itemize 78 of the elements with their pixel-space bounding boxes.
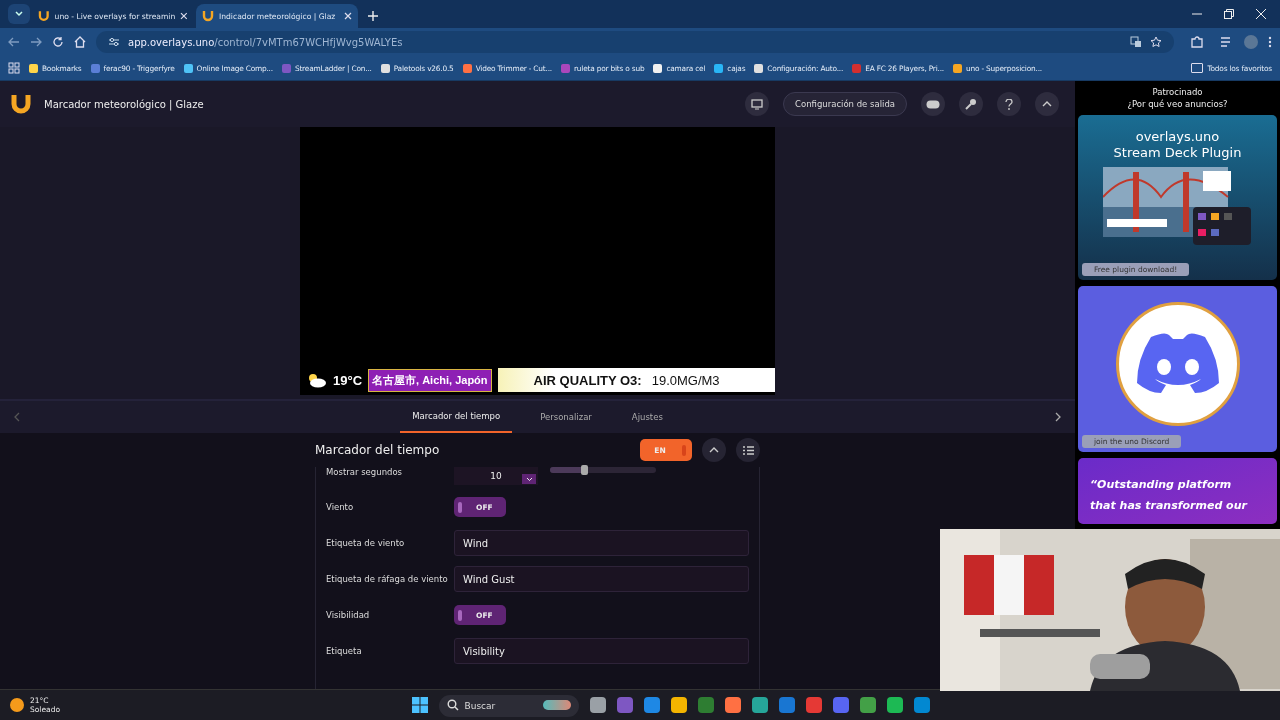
taskbar-app-icon[interactable] <box>751 697 768 713</box>
quote-text: “Outstanding platform <box>1090 477 1232 493</box>
taskbar-app-icon[interactable] <box>886 697 903 713</box>
close-icon[interactable] <box>1256 9 1266 19</box>
monitor-button[interactable] <box>745 92 769 116</box>
monitor-icon <box>751 98 763 110</box>
app-title: Marcador meteorológico | Glaze <box>44 98 204 110</box>
text-field[interactable]: Wind Gust <box>454 566 749 592</box>
number-field[interactable]: 10 <box>454 467 538 485</box>
metric-value: 19.0MG/M3 <box>651 372 720 388</box>
taskbar-app-icon[interactable] <box>670 697 687 713</box>
ad-title: overlays.uno <box>1135 129 1220 145</box>
taskbar-search-field[interactable]: Buscar <box>438 695 579 717</box>
section-title: Marcador del tiempo <box>315 443 440 457</box>
forward-arrow-icon[interactable] <box>30 37 42 47</box>
windows-start-icon[interactable] <box>411 697 428 713</box>
ad-card[interactable]: “Outstanding platform that has transformed our <box>1078 458 1277 524</box>
taskbar-app-icon[interactable] <box>643 697 660 713</box>
taskbar-app-icon[interactable] <box>589 697 606 713</box>
panel-tab[interactable]: Ajustes <box>619 401 675 433</box>
field-label: Etiqueta de viento <box>326 538 406 548</box>
reload-icon[interactable] <box>52 36 64 48</box>
address-bar[interactable]: app.overlays.uno/control/7vMTm67WCHfjWvg5WALYEs <box>96 31 1174 53</box>
slider-thumb[interactable] <box>580 465 588 475</box>
taskbar-app-icon[interactable] <box>913 697 930 713</box>
sun-icon <box>10 698 24 712</box>
field-label: Visibilidad <box>326 610 371 620</box>
location-label: 名古屋市, Aichi, Japón <box>368 368 492 392</box>
chevron-down-icon <box>14 9 24 19</box>
tab-search-button[interactable] <box>8 4 30 24</box>
apps-grid-icon[interactable] <box>8 62 20 74</box>
output-settings-button[interactable]: Configuración de salida <box>783 92 907 116</box>
field-label: Mostrar segundos <box>326 467 404 477</box>
close-icon[interactable] <box>180 12 188 20</box>
field-label: Etiqueta <box>326 646 363 656</box>
quote-text: that has transformed our <box>1090 498 1247 514</box>
collapse-button[interactable] <box>1035 92 1059 116</box>
key-button[interactable] <box>959 92 983 116</box>
search-icon <box>446 699 459 711</box>
panel-tab[interactable]: Personalizar <box>528 401 604 433</box>
help-button[interactable] <box>997 92 1021 116</box>
gradient-pill-icon[interactable] <box>542 700 571 710</box>
chevron-right-icon[interactable] <box>1055 412 1061 422</box>
temperature-text: 19°C <box>333 372 363 388</box>
text-field[interactable]: Wind <box>454 530 749 556</box>
metric-label: AIR QUALITY O3: <box>533 372 642 388</box>
chevron-up-icon <box>1042 101 1052 107</box>
taskbar-app-icon[interactable] <box>805 697 822 713</box>
home-icon[interactable] <box>74 36 86 48</box>
site-settings-icon[interactable] <box>108 37 120 47</box>
chevron-up-icon <box>709 447 719 453</box>
list-button[interactable] <box>736 438 760 462</box>
back-arrow-icon[interactable] <box>8 37 20 47</box>
translate-icon[interactable] <box>1130 36 1142 48</box>
star-icon[interactable] <box>1150 36 1162 48</box>
collapse-button[interactable] <box>702 438 726 462</box>
menu-icon[interactable] <box>1268 36 1272 48</box>
text-field[interactable]: Visibility <box>454 638 749 664</box>
why-ads-link[interactable]: ¿Por qué veo anuncios? <box>1127 99 1228 109</box>
extensions-icon[interactable] <box>1190 35 1204 49</box>
taskbar-app-icon[interactable] <box>859 697 876 713</box>
list-icon <box>742 445 754 455</box>
u-logo-icon <box>10 93 32 115</box>
gamepad-button[interactable] <box>921 92 945 116</box>
field-label: Viento <box>326 502 355 512</box>
new-tab-icon[interactable] <box>368 11 378 21</box>
u-logo-icon <box>38 10 50 22</box>
u-logo-icon <box>202 10 214 22</box>
dropdown-button[interactable] <box>522 474 536 484</box>
key-icon <box>965 98 977 110</box>
field-label: Etiqueta de ráfaga de viento <box>326 574 449 584</box>
close-icon[interactable] <box>344 12 352 20</box>
restore-icon[interactable] <box>1224 9 1234 19</box>
sponsored-label: Patrocinado <box>1152 87 1203 97</box>
taskbar-app-icon[interactable] <box>724 697 741 713</box>
chevron-down-icon <box>525 476 533 482</box>
help-icon <box>1005 98 1013 110</box>
ad-title: Stream Deck Plugin <box>1113 145 1242 161</box>
